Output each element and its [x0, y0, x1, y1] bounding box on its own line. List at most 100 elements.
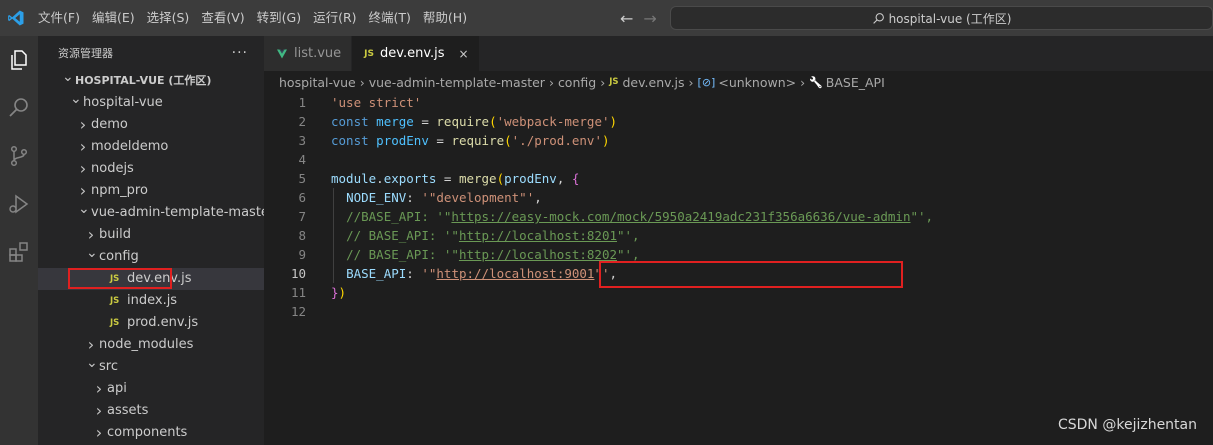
chevron-right-icon: › — [95, 423, 103, 442]
folder-item[interactable]: › api — [38, 378, 264, 400]
menu-item[interactable]: 转到(G) — [251, 0, 307, 36]
menu-item[interactable]: 编辑(E) — [86, 0, 141, 36]
breadcrumb-item[interactable]: config — [558, 75, 596, 90]
chevron-down-icon: ⌄ — [86, 355, 98, 371]
title-bar: 文件(F) 编辑(E) 选择(S) 查看(V) 转到(G) 运行(R) 终端(T) 帮助(H)… — [0, 0, 1213, 36]
code-line[interactable]: 1 'use strict' — [264, 93, 1213, 112]
folder-item[interactable]: › node_modules — [38, 334, 264, 356]
folder-item[interactable]: › nodejs — [38, 158, 264, 180]
js-file-icon: JS — [609, 77, 619, 87]
search-sidebar-icon[interactable] — [0, 84, 38, 132]
code-token: './prod.env' — [511, 133, 602, 148]
menu-item[interactable]: 文件(F) — [32, 0, 86, 36]
folder-item[interactable]: › demo — [38, 114, 264, 136]
explorer-header: 资源管理器 ··· — [38, 36, 264, 70]
back-arrow-icon[interactable]: ← — [620, 9, 633, 28]
code-line[interactable]: 2 const merge = require('webpack-merge') — [264, 112, 1213, 131]
code-token: "', — [617, 228, 640, 243]
code-token: 'use strict' — [331, 95, 422, 110]
menu-item[interactable]: 查看(V) — [195, 0, 250, 36]
folder-item[interactable]: › assets — [38, 400, 264, 422]
highlight-box-file — [68, 268, 172, 289]
chevron-right-icon: › — [95, 401, 103, 420]
extensions-icon[interactable] — [0, 228, 38, 276]
code-line[interactable]: 7 //BASE_API: '"https://easy-mock.com/mo… — [264, 207, 1213, 226]
code-line[interactable]: 8 // BASE_API: '"http://localhost:8201"'… — [264, 226, 1213, 245]
breadcrumb-item[interactable]: hospital-vue — [279, 75, 356, 90]
source-control-icon[interactable] — [0, 132, 38, 180]
code-token: ( — [489, 114, 497, 129]
code-line[interactable]: 12 — [264, 302, 1213, 321]
wrench-icon: 🔧 — [809, 75, 823, 89]
chevron-right-icon: › — [95, 379, 103, 398]
code-text: NODE_ENV: '"development"', — [331, 188, 542, 207]
file-item[interactable]: JS index.js — [38, 290, 264, 312]
code-token: //BASE_API: '" — [346, 209, 452, 224]
command-center-search[interactable]: hospital-vue (工作区) — [670, 6, 1213, 30]
close-icon[interactable]: × — [459, 47, 469, 61]
vue-icon — [277, 49, 287, 58]
code-text: const merge = require('webpack-merge') — [331, 112, 617, 131]
folder-item[interactable]: ⌄ src — [38, 355, 264, 378]
code-line[interactable]: 5 module.exports = merge(prodEnv, { — [264, 169, 1213, 188]
code-token: const — [331, 114, 369, 129]
menu-item[interactable]: 运行(R) — [307, 0, 362, 36]
watermark: CSDN @kejizhentan — [1057, 417, 1197, 433]
tree-item-label: hospital-vue — [83, 95, 163, 110]
code-token: ) — [609, 114, 618, 129]
line-number: 12 — [290, 304, 306, 319]
code-token: exports — [383, 171, 437, 186]
explorer-sidebar: 资源管理器 ··· ⌄ HOSPITAL-VUE (工作区) ⌄ hospital-v… — [38, 36, 264, 445]
breadcrumb-item[interactable]: <unknown> — [718, 75, 796, 90]
forward-arrow-icon[interactable]: → — [643, 9, 656, 28]
menu-item[interactable]: 帮助(H) — [417, 0, 473, 36]
folder-item[interactable]: › build — [38, 224, 264, 246]
tree-item-label: components — [107, 425, 188, 440]
tree-item-label: nodejs — [91, 161, 134, 176]
tab-dev-env-js[interactable]: JS dev.env.js × — [352, 36, 480, 71]
tree-item-label: api — [107, 381, 127, 396]
tab-list-vue[interactable]: list.vue — [264, 36, 353, 71]
tree-item-label: node_modules — [99, 337, 194, 352]
code-text: // BASE_API: '"http://localhost:8201"', — [331, 226, 640, 245]
breadcrumb-item[interactable]: BASE_API — [826, 75, 885, 90]
code-token: prodEnv — [376, 133, 429, 148]
folder-item[interactable]: › modeldemo — [38, 136, 264, 158]
more-actions-button[interactable]: ··· — [232, 45, 248, 61]
explorer-title: 资源管理器 — [58, 47, 113, 60]
folder-item[interactable]: › components — [38, 422, 264, 444]
folder-item[interactable]: ⌄ config — [38, 245, 264, 268]
file-tree: ⌄ HOSPITAL-VUE (工作区) ⌄ hospital-vue › demo › mo… — [38, 69, 264, 444]
code-line[interactable]: 4 — [264, 150, 1213, 169]
breadcrumb-item[interactable]: vue-admin-template-master — [369, 75, 545, 90]
file-item[interactable]: JS prod.env.js — [38, 312, 264, 334]
folder-item[interactable]: ⌄ vue-admin-template-master — [38, 201, 264, 224]
folder-item[interactable]: ⌄ hospital-vue — [38, 91, 264, 114]
search-text: hospital-vue (工作区) — [888, 11, 1012, 26]
folder-item[interactable]: › npm_pro — [38, 180, 264, 202]
breadcrumb-separator-icon: › — [600, 74, 606, 90]
search-icon — [872, 12, 884, 24]
chevron-right-icon: › — [79, 137, 87, 156]
tree-item-label: vue-admin-template-master — [91, 205, 264, 220]
code-token: http://localhost:8201 — [458, 228, 617, 243]
code-line[interactable]: 6 NODE_ENV: '"development"', — [264, 188, 1213, 207]
code-token: : — [406, 266, 422, 281]
code-token: "', — [617, 247, 640, 262]
code-line[interactable]: 3 const prodEnv = require('./prod.env') — [264, 131, 1213, 150]
breadcrumb: hospital-vue › vue-admin-template-master › c… — [264, 71, 1213, 93]
menu-item[interactable]: 终端(T) — [363, 0, 417, 36]
menu-item[interactable]: 选择(S) — [141, 0, 196, 36]
explorer-icon[interactable] — [0, 36, 38, 84]
code-token: : — [406, 190, 422, 205]
breadcrumb-item[interactable]: dev.env.js — [623, 75, 685, 90]
nav-arrows: ← → — [620, 0, 657, 36]
code-text: }) — [331, 283, 346, 302]
line-number: 5 — [298, 171, 306, 186]
run-debug-icon[interactable] — [0, 180, 38, 228]
code-token: require — [436, 114, 490, 129]
